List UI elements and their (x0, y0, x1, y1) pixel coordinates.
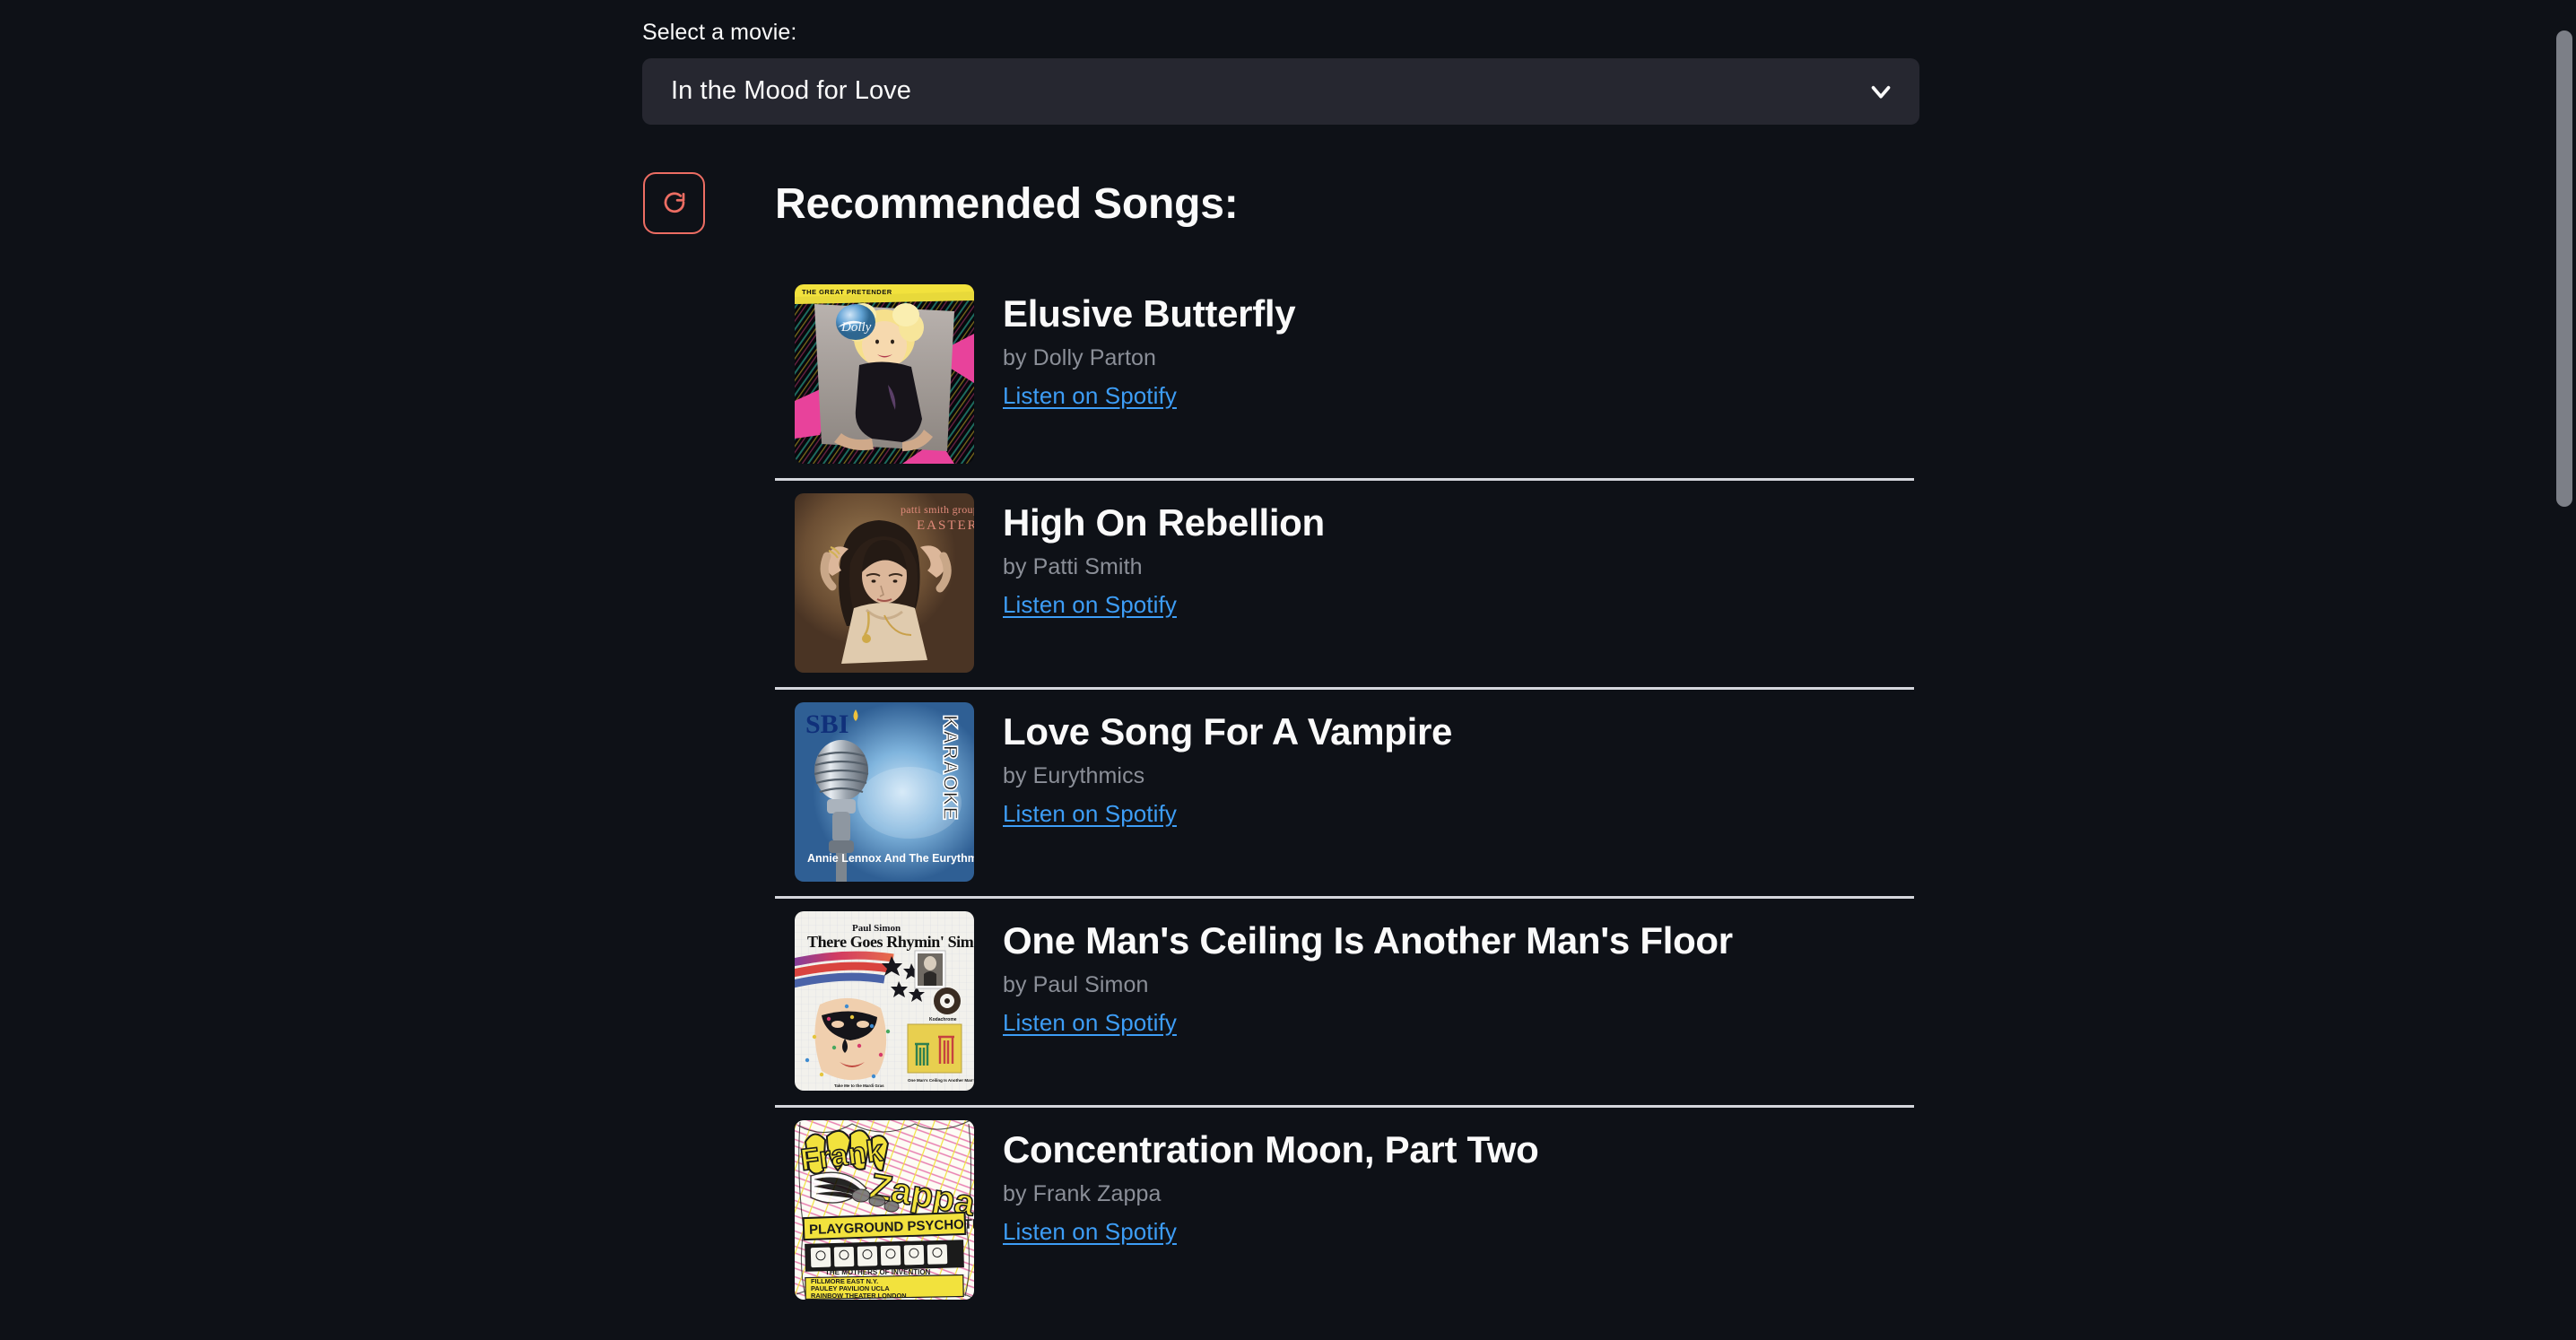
song-title: High On Rebellion (1003, 501, 1325, 544)
svg-text:SBI: SBI (805, 709, 849, 739)
svg-text:Annie Lennox And The Eurythmic: Annie Lennox And The Eurythmics (807, 852, 974, 865)
recommended-songs-list: THE GREAT PRETENDER Dolly Elusive Butter… (775, 272, 1914, 1314)
svg-text:KARAOKE: KARAOKE (939, 715, 962, 821)
listen-on-spotify-link[interactable]: Listen on Spotify (1003, 800, 1177, 828)
song-info: High On Rebellion by Patti Smith Listen … (1003, 493, 1325, 619)
listen-on-spotify-link[interactable]: Listen on Spotify (1003, 1009, 1177, 1037)
song-list-item: Frank Zappa PLAYGROUND PSYCHOTICS THE MO… (775, 1105, 1914, 1314)
song-list-item: SBI KARAOKE Annie Lennox And The Eurythm… (775, 687, 1914, 896)
listen-on-spotify-link[interactable]: Listen on Spotify (1003, 382, 1177, 410)
song-list-item: THE GREAT PRETENDER Dolly Elusive Butter… (775, 272, 1914, 478)
album-art-sbi-karaoke: SBI KARAOKE Annie Lennox And The Eurythm (795, 702, 974, 882)
song-artist: by Paul Simon (1003, 971, 1149, 997)
svg-text:Dolly: Dolly (840, 320, 872, 335)
song-info: One Man's Ceiling Is Another Man's Floor… (1003, 911, 1733, 1037)
song-title: Love Song For A Vampire (1003, 710, 1453, 753)
listen-on-spotify-link[interactable]: Listen on Spotify (1003, 1218, 1177, 1246)
song-artist: by Frank Zappa (1003, 1180, 1162, 1206)
svg-text:patti smith group: patti smith group (901, 503, 974, 516)
svg-text:One Man's Ceiling Is Another M: One Man's Ceiling Is Another Man's Floor (908, 1078, 974, 1083)
album-art-paul-simon: Paul Simon There Goes Rhymin' Simon Koda… (795, 911, 974, 1091)
album-art-dolly-parton: THE GREAT PRETENDER Dolly (795, 284, 974, 464)
song-info: Elusive Butterfly by Dolly Parton Listen… (1003, 284, 1296, 410)
refresh-rotate-icon (664, 191, 684, 213)
listen-on-spotify-link[interactable]: Listen on Spotify (1003, 591, 1177, 619)
svg-text:Take Me to the Mardi Gras: Take Me to the Mardi Gras (834, 1083, 884, 1088)
movie-select-label: Select a movie: (642, 20, 797, 45)
svg-text:THE GREAT PRETENDER: THE GREAT PRETENDER (802, 288, 892, 296)
song-title: Elusive Butterfly (1003, 292, 1296, 335)
song-title: Concentration Moon, Part Two (1003, 1128, 1539, 1170)
song-title: One Man's Ceiling Is Another Man's Floor (1003, 919, 1733, 961)
svg-text:RAINBOW THEATER LONDON: RAINBOW THEATER LONDON (811, 1292, 907, 1300)
song-artist: by Patti Smith (1003, 553, 1143, 579)
vertical-scrollbar-thumb[interactable] (2556, 30, 2572, 507)
song-list-item: Paul Simon There Goes Rhymin' Simon Koda… (775, 896, 1914, 1105)
svg-text:There Goes Rhymin' Simon: There Goes Rhymin' Simon (807, 933, 974, 951)
movie-select-block: Select a movie: In the Mood for Love (642, 18, 1919, 125)
svg-text:THE MOTHERS OF INVENTION: THE MOTHERS OF INVENTION (825, 1268, 931, 1276)
movie-select-value: In the Mood for Love (671, 76, 911, 105)
album-art-frank-zappa: Frank Zappa PLAYGROUND PSYCHOTICS THE MO… (795, 1120, 974, 1300)
song-artist: by Dolly Parton (1003, 344, 1157, 370)
album-art-patti-smith: patti smith group EASTER (795, 493, 974, 673)
song-info: Concentration Moon, Part Two by Frank Za… (1003, 1120, 1539, 1246)
page-title: Recommended Songs: (775, 180, 1239, 228)
movie-select-dropdown[interactable]: In the Mood for Love (642, 57, 1919, 125)
song-artist: by Eurythmics (1003, 762, 1145, 788)
svg-text:Kodachrome: Kodachrome (929, 1017, 957, 1022)
refresh-button[interactable] (643, 172, 705, 234)
song-list-item: patti smith group EASTER High On Rebelli… (775, 478, 1914, 687)
vertical-scrollbar-track[interactable] (2553, 0, 2576, 1340)
app-root: Select a movie: In the Mood for Love Rec… (0, 0, 2576, 1340)
chevron-down-icon[interactable] (1866, 76, 1896, 107)
song-info: Love Song For A Vampire by Eurythmics Li… (1003, 702, 1452, 828)
svg-text:EASTER: EASTER (917, 518, 974, 533)
